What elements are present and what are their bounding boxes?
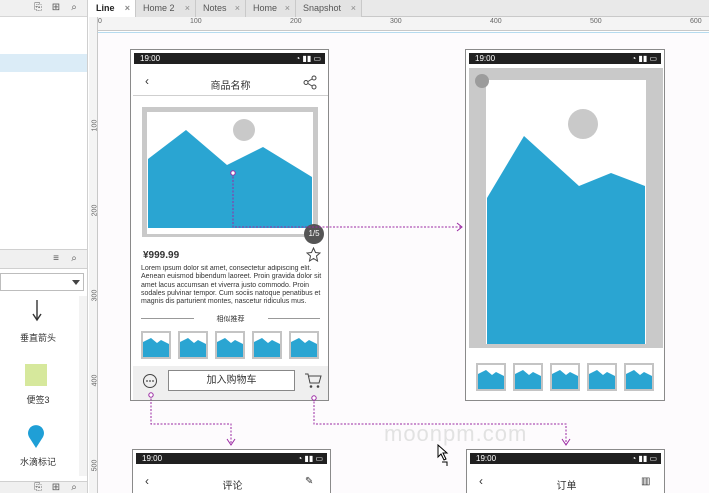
watermark: moonpm.com [384,421,528,446]
cursor-icon [437,444,449,466]
ruler-label: 300 [390,18,402,25]
add-page-icon[interactable]: ⎘ [32,482,44,493]
bottom-toolbar: ⎘ ⊞ ⌕ [0,481,87,493]
widgets-scrollbar[interactable] [79,296,87,476]
search-icon[interactable]: ⌕ [68,2,80,14]
close-icon[interactable]: × [285,0,290,17]
app-window: ⎘ ⊞ ⌕ ≡ ⌕ 垂直箭头 便签3 水滴标记 ⎘ ⊞ ⌕ Line × Hom… [0,0,709,493]
chevron-down-icon [72,280,80,285]
droplet-marker-icon[interactable] [27,425,45,449]
page-list-item[interactable] [0,36,87,54]
horizontal-ruler: 0 100 200 300 400 500 600 [98,17,709,31]
ruler-label: 200 [290,18,302,25]
connector-line[interactable] [150,395,232,444]
tab-label: Notes [203,3,227,13]
ruler-label: 400 [490,18,502,25]
left-panel: ⎘ ⊞ ⌕ ≡ ⌕ 垂直箭头 便签3 水滴标记 ⎘ ⊞ ⌕ [0,0,88,493]
ruler-label: 600 [690,18,702,25]
menu-icon[interactable]: ≡ [50,253,62,265]
tab-snapshot[interactable]: Snapshot × [296,0,362,17]
close-icon[interactable]: × [125,0,130,17]
tab-home-2[interactable]: Home 2 × [136,0,196,17]
add-folder-icon[interactable]: ⊞ [50,482,62,493]
close-icon[interactable]: × [185,0,190,17]
widget-label: 垂直箭头 [19,333,56,343]
add-folder-icon[interactable]: ⊞ [50,2,62,14]
widget-label: 水滴标记 [19,457,56,467]
tab-label: Home 2 [143,3,175,13]
sticky-note-icon[interactable] [25,364,47,386]
ruler-label: 100 [190,18,202,25]
pages-toolbar: ⎘ ⊞ ⌕ [0,0,87,17]
ruler-label: 0 [98,18,102,25]
search-icon[interactable]: ⌕ [68,253,80,265]
connector-start-dot[interactable] [230,170,236,176]
widget-label: 便签3 [26,395,50,405]
close-icon[interactable]: × [235,0,240,17]
vertical-ruler: 100 200 300 400 500 [89,17,98,493]
ruler-label: 500 [590,18,602,25]
connector-start-dot[interactable] [311,395,317,401]
connector-line[interactable] [232,173,461,228]
page-tabs: Line × Home 2 × Notes × Home × Snapshot × [89,0,709,17]
add-page-icon[interactable]: ⎘ [32,2,44,14]
tab-label: Line [96,3,115,13]
tab-label: Snapshot [303,3,342,13]
page-list-item-selected[interactable] [0,54,87,72]
tab-label: Home [253,3,278,13]
tab-notes[interactable]: Notes × [196,0,246,17]
widgets-panel-header: ≡ ⌕ [0,249,87,269]
down-arrow-icon[interactable] [32,300,42,322]
tab-line[interactable]: Line × [89,0,136,17]
widget-library-select[interactable] [0,273,84,291]
close-icon[interactable]: × [351,0,356,17]
search-icon[interactable]: ⌕ [68,482,80,493]
connector-start-dot[interactable] [148,392,154,398]
tab-home[interactable]: Home × [246,0,296,17]
